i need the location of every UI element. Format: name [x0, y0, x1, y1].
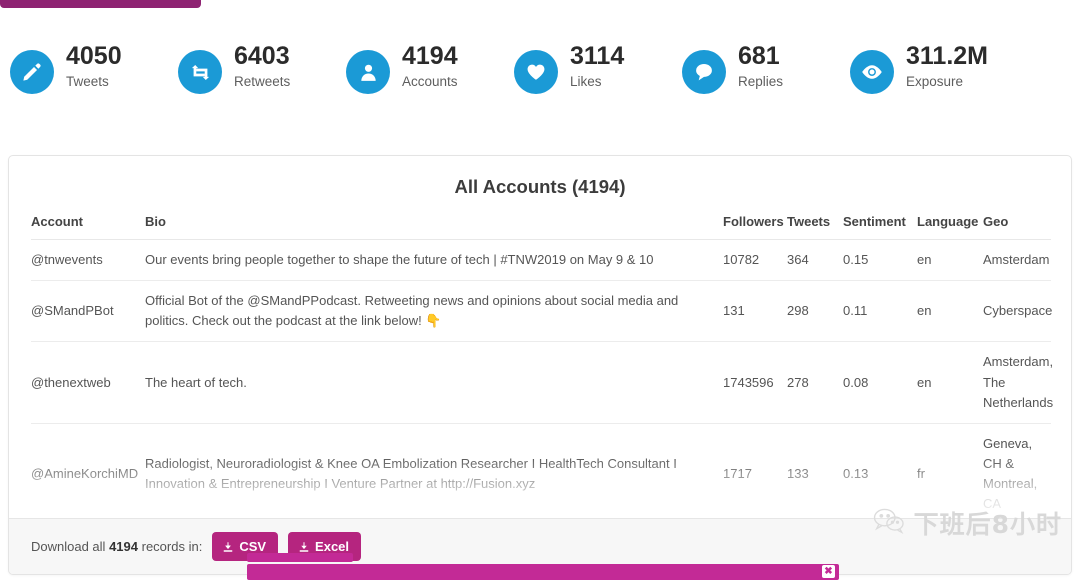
accounts-table: Account Bio Followers Tweets Sentiment L…	[31, 204, 1051, 534]
column-header-account[interactable]: Account	[31, 204, 145, 240]
stats-summary-bar: 4050 Tweets 6403 Retweets	[0, 36, 1080, 122]
stat-value: 681	[738, 42, 783, 72]
cell-followers: 1743596	[723, 342, 787, 423]
cell-language: en	[917, 342, 983, 423]
stat-value: 311.2M	[906, 42, 988, 72]
stat-label: Exposure	[906, 72, 988, 92]
cell-language: en	[917, 240, 983, 281]
stat-value: 4194	[402, 42, 458, 72]
close-icon[interactable]: ✖	[822, 565, 835, 578]
cell-language: en	[917, 281, 983, 342]
stat-text-block: 6403 Retweets	[234, 36, 290, 92]
download-prefix: Download all	[31, 539, 105, 554]
cell-bio: Radiologist, Neuroradiologist & Knee OA …	[145, 423, 723, 525]
stat-label: Likes	[570, 72, 624, 92]
cell-account: @SMandPBot	[31, 281, 145, 342]
column-header-bio[interactable]: Bio	[145, 204, 723, 240]
page-title: All Accounts (4194)	[9, 156, 1071, 204]
cell-bio: The heart of tech.	[145, 342, 723, 423]
stat-accounts: 4194 Accounts	[346, 36, 514, 94]
stat-tweets: 4050 Tweets	[10, 36, 178, 94]
cell-followers: 131	[723, 281, 787, 342]
stat-text-block: 681 Replies	[738, 36, 783, 92]
download-excel-label: Excel	[315, 539, 349, 554]
column-header-geo[interactable]: Geo	[983, 204, 1051, 240]
stat-value: 6403	[234, 42, 290, 72]
cell-followers: 1717	[723, 423, 787, 525]
cell-geo: Amsterdam	[983, 240, 1051, 281]
download-icon	[222, 541, 234, 553]
stat-likes: 3114 Likes	[514, 36, 682, 94]
cell-account: @tnwevents	[31, 240, 145, 281]
cell-bio: Our events bring people together to shap…	[145, 240, 723, 281]
column-header-sentiment[interactable]: Sentiment	[843, 204, 917, 240]
column-header-tweets[interactable]: Tweets	[787, 204, 843, 240]
retweet-icon	[178, 50, 222, 94]
stat-value: 4050	[66, 42, 122, 72]
cell-account: @thenextweb	[31, 342, 145, 423]
cell-sentiment: 0.13	[843, 423, 917, 525]
download-csv-label: CSV	[239, 539, 266, 554]
stat-text-block: 3114 Likes	[570, 36, 624, 92]
cell-geo: Amsterdam, The Netherlands	[983, 342, 1051, 423]
cell-geo: Geneva, CH & Montreal, CA	[983, 423, 1051, 525]
banner-stub	[247, 553, 353, 562]
accounts-table-wrapper: Account Bio Followers Tweets Sentiment L…	[9, 204, 1071, 534]
column-header-followers[interactable]: Followers	[723, 204, 787, 240]
stat-label: Tweets	[66, 72, 122, 92]
heart-icon	[514, 50, 558, 94]
cell-sentiment: 0.15	[843, 240, 917, 281]
stat-exposure: 311.2M Exposure	[850, 36, 1050, 94]
cell-bio: Official Bot of the @SMandPPodcast. Retw…	[145, 281, 723, 342]
stat-label: Accounts	[402, 72, 458, 92]
pencil-icon	[10, 50, 54, 94]
cell-followers: 10782	[723, 240, 787, 281]
table-row[interactable]: @SMandPBot Official Bot of the @SMandPPo…	[31, 281, 1051, 342]
cell-language: fr	[917, 423, 983, 525]
download-icon	[298, 541, 310, 553]
stat-replies: 681 Replies	[682, 36, 850, 94]
cell-account: @AmineKorchiMD	[31, 423, 145, 525]
bottom-ad-banner[interactable]: ✖	[247, 564, 839, 580]
accounts-card: All Accounts (4194) Account Bio Follower…	[8, 155, 1072, 575]
download-suffix: records in:	[142, 539, 203, 554]
cell-tweets: 298	[787, 281, 843, 342]
top-purple-button[interactable]	[0, 0, 201, 8]
page-root: 4050 Tweets 6403 Retweets	[0, 0, 1080, 580]
cell-sentiment: 0.11	[843, 281, 917, 342]
stat-text-block: 4050 Tweets	[66, 36, 122, 92]
download-count: 4194	[109, 539, 138, 554]
table-row[interactable]: @tnwevents Our events bring people toget…	[31, 240, 1051, 281]
download-label: Download all 4194 records in:	[31, 539, 202, 554]
stat-text-block: 311.2M Exposure	[906, 36, 988, 92]
stat-label: Retweets	[234, 72, 290, 92]
cell-tweets: 364	[787, 240, 843, 281]
speech-bubble-icon	[682, 50, 726, 94]
stat-text-block: 4194 Accounts	[402, 36, 458, 92]
table-row[interactable]: @AmineKorchiMD Radiologist, Neuroradiolo…	[31, 423, 1051, 525]
column-header-language[interactable]: Language	[917, 204, 983, 240]
stat-retweets: 6403 Retweets	[178, 36, 346, 94]
table-header-row: Account Bio Followers Tweets Sentiment L…	[31, 204, 1051, 240]
eye-icon	[850, 50, 894, 94]
cell-sentiment: 0.08	[843, 342, 917, 423]
stat-label: Replies	[738, 72, 783, 92]
cell-tweets: 133	[787, 423, 843, 525]
cell-tweets: 278	[787, 342, 843, 423]
stat-value: 3114	[570, 42, 624, 72]
person-icon	[346, 50, 390, 94]
cell-geo: Cyberspace	[983, 281, 1051, 342]
table-row[interactable]: @thenextweb The heart of tech. 1743596 2…	[31, 342, 1051, 423]
